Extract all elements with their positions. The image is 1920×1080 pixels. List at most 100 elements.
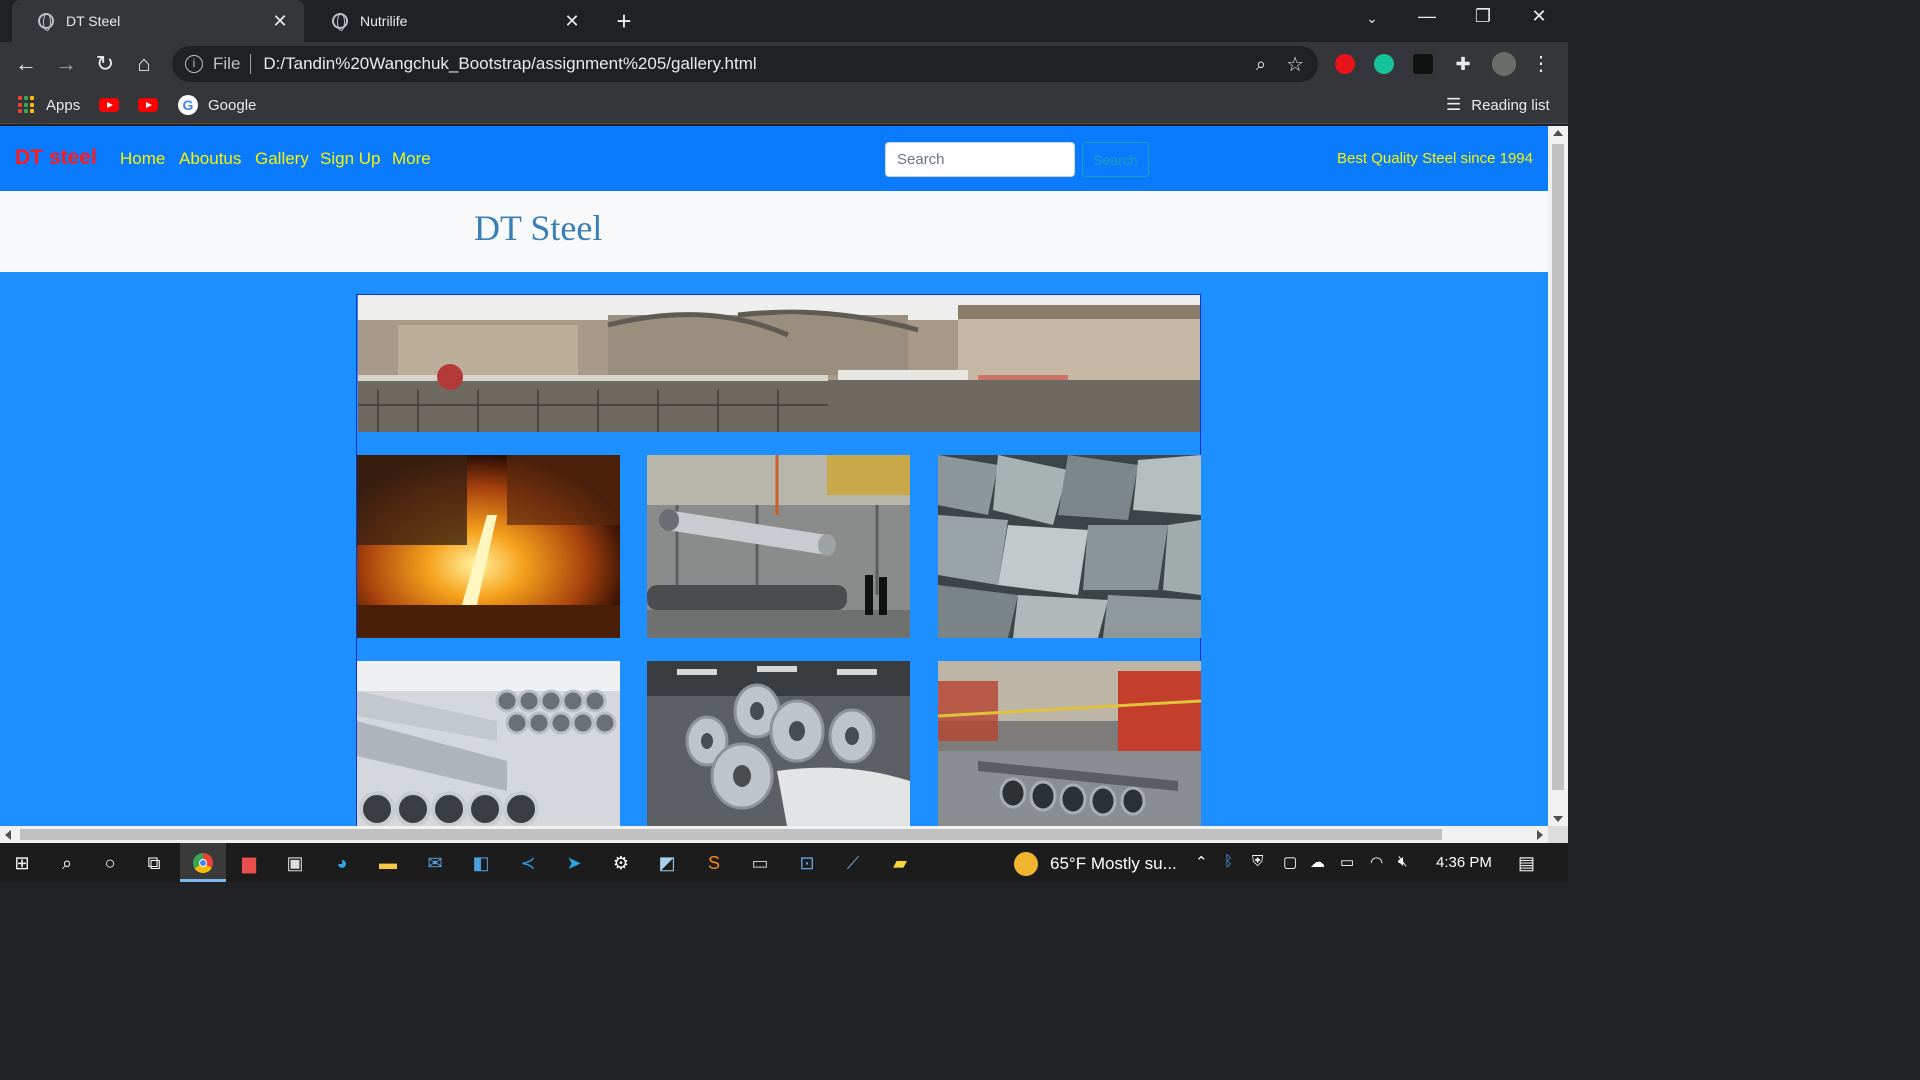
stacked-pipes-photo (357, 661, 620, 826)
info-icon[interactable]: i (185, 55, 203, 73)
telegram-icon[interactable]: ➤ (562, 851, 586, 875)
reload-icon[interactable]: ↻ (91, 50, 119, 78)
forward-icon[interactable]: → (52, 50, 80, 78)
volume-muted-icon[interactable]: 🔇︎ (1398, 853, 1407, 870)
pipe-factory-photo (938, 661, 1201, 826)
tab-dt-steel[interactable]: DT Steel ✕ (12, 0, 304, 42)
bookmarks-bar: Apps G Google ☰ Reading list (0, 86, 1568, 124)
battery-icon[interactable]: ▭ (1340, 853, 1354, 871)
window-close-icon[interactable]: ✕ (1519, 6, 1559, 27)
search-input[interactable] (885, 142, 1075, 177)
onedrive-cloud-icon[interactable]: ☁ (1310, 853, 1325, 871)
nav-link-more[interactable]: More (392, 149, 431, 169)
hero-banner: DT Steel (0, 191, 1548, 272)
sticky-notes-icon[interactable]: ▰ (888, 851, 912, 875)
gallery-image-6 (938, 661, 1201, 826)
app-tile-icon[interactable]: ◩ (655, 851, 679, 875)
edge-icon[interactable]: ◕ (330, 851, 354, 875)
bluetooth-icon[interactable]: ᛒ (1224, 853, 1233, 870)
file-explorer-icon[interactable]: ▬ (376, 851, 400, 875)
chrome-taskbar-icon[interactable] (191, 851, 215, 875)
tagline: Best Quality Steel since 1994 (1337, 150, 1533, 167)
site-navbar: DT steel Home Aboutus Gallery Sign Up Mo… (0, 126, 1548, 191)
browser-toolbar: ← → ↻ ⌂ i File D:/Tandin%20Wangchuk_Boot… (0, 42, 1568, 86)
nav-link-aboutus[interactable]: Aboutus (179, 149, 241, 169)
extension-red-icon[interactable] (1335, 54, 1355, 74)
cortana-icon[interactable]: ○ (98, 851, 122, 875)
reading-list-icon: ☰ (1446, 95, 1462, 114)
minimize-icon[interactable]: — (1407, 6, 1447, 27)
bookmark-youtube-2[interactable] (138, 94, 158, 116)
app-diagonal-icon[interactable]: ⟋ (841, 851, 865, 875)
mail-icon[interactable]: ✉ (423, 851, 447, 875)
iron-ore-photo (938, 455, 1201, 638)
windows-taskbar: ⊞ ⌕ ○ ⧉ ▆ ▣ ◕ ▬ ✉ ◧ ≺ ➤ ⚙ ◩ S ▭ ⊡ ⟋ ▰ 65… (0, 843, 1568, 882)
network-app-icon[interactable]: ⊡ (795, 851, 819, 875)
menu-kebab-icon[interactable]: ⋮ (1527, 50, 1555, 78)
news-app-icon[interactable]: ▆ (237, 851, 261, 875)
back-icon[interactable]: ← (12, 50, 40, 78)
restore-icon[interactable]: ❐ (1463, 6, 1503, 27)
page-title: DT Steel (474, 208, 603, 248)
scroll-left-arrow-icon[interactable] (5, 830, 11, 840)
grammarly-icon[interactable] (1374, 54, 1394, 74)
horizontal-scrollbar[interactable] (0, 826, 1548, 843)
horizontal-scroll-thumb[interactable] (20, 829, 1442, 840)
clock[interactable]: 4:36 PM (1436, 854, 1492, 871)
scroll-right-arrow-icon[interactable] (1537, 830, 1543, 840)
sublime-icon[interactable]: S (702, 851, 726, 875)
weather-widget[interactable]: 65°F Mostly su... (1014, 852, 1177, 876)
new-tab-icon[interactable]: + (610, 6, 638, 37)
vertical-scrollbar[interactable] (1548, 126, 1568, 826)
scroll-down-arrow-icon[interactable] (1553, 816, 1563, 822)
app-square-icon[interactable]: ◧ (469, 851, 493, 875)
home-icon[interactable]: ⌂ (130, 50, 158, 78)
tab-search-icon[interactable]: ⌄ (1352, 10, 1392, 27)
security-shield-icon[interactable]: ⛨ (1252, 853, 1263, 870)
brand-logo[interactable]: DT steel (15, 146, 97, 170)
terminal-icon[interactable]: ▭ (748, 851, 772, 875)
profile-avatar[interactable] (1492, 52, 1516, 76)
steel-plant-photo (358, 295, 1200, 432)
extensions-puzzle-icon[interactable]: ✚ (1449, 50, 1477, 78)
bookmark-google-label: Google (208, 96, 257, 114)
globe-icon (332, 13, 348, 31)
vscode-icon[interactable]: ≺ (516, 851, 540, 875)
meet-now-icon[interactable]: ▢ (1283, 853, 1297, 871)
reading-list-button[interactable]: ☰ Reading list (1446, 94, 1550, 116)
molten-steel-photo (357, 455, 620, 638)
address-url[interactable]: D:/Tandin%20Wangchuk_Bootstrap/assignmen… (263, 54, 756, 74)
store-icon[interactable]: ▣ (283, 851, 307, 875)
address-scheme: File (213, 54, 252, 74)
settings-gear-icon[interactable]: ⚙ (609, 851, 633, 875)
wifi-icon[interactable]: ◠ (1370, 853, 1383, 871)
nav-link-home[interactable]: Home (120, 149, 165, 169)
address-bar[interactable]: i File D:/Tandin%20Wangchuk_Bootstrap/as… (172, 46, 1318, 82)
banner-image (358, 295, 1200, 432)
taskbar-search-icon[interactable]: ⌕ (55, 851, 79, 875)
notifications-icon[interactable]: ▤ (1518, 853, 1535, 874)
vertical-scroll-thumb[interactable] (1552, 144, 1564, 790)
bookmark-star-icon[interactable]: ☆ (1286, 52, 1304, 77)
scroll-corner (1548, 826, 1568, 843)
nav-link-signup[interactable]: Sign Up (320, 149, 380, 169)
tab-nutrilife[interactable]: Nutrilife ✕ (306, 0, 596, 42)
close-tab-icon[interactable]: ✕ (270, 11, 290, 32)
task-view-icon[interactable]: ⧉ (142, 851, 166, 875)
bookmark-apps-label: Apps (46, 96, 81, 114)
bookmark-apps[interactable]: Apps (18, 94, 80, 116)
tray-overflow-icon[interactable]: ⌃ (1195, 853, 1208, 871)
tab-title: Nutrilife (360, 13, 408, 29)
zoom-icon[interactable]: ⌕ (1256, 54, 1266, 75)
extension-mask-icon[interactable] (1413, 54, 1433, 74)
gallery-image-1 (357, 455, 620, 638)
nav-link-gallery[interactable]: Gallery (255, 149, 309, 169)
bookmark-google[interactable]: G Google (178, 94, 256, 116)
windows-start-icon[interactable]: ⊞ (10, 851, 34, 875)
weather-text: 65°F Mostly su... (1050, 854, 1177, 873)
scroll-up-arrow-icon[interactable] (1553, 130, 1563, 136)
close-tab-icon[interactable]: ✕ (562, 11, 582, 32)
tab-title: DT Steel (66, 13, 121, 29)
search-button[interactable]: Search (1082, 142, 1149, 177)
bookmark-youtube-1[interactable] (99, 94, 119, 116)
